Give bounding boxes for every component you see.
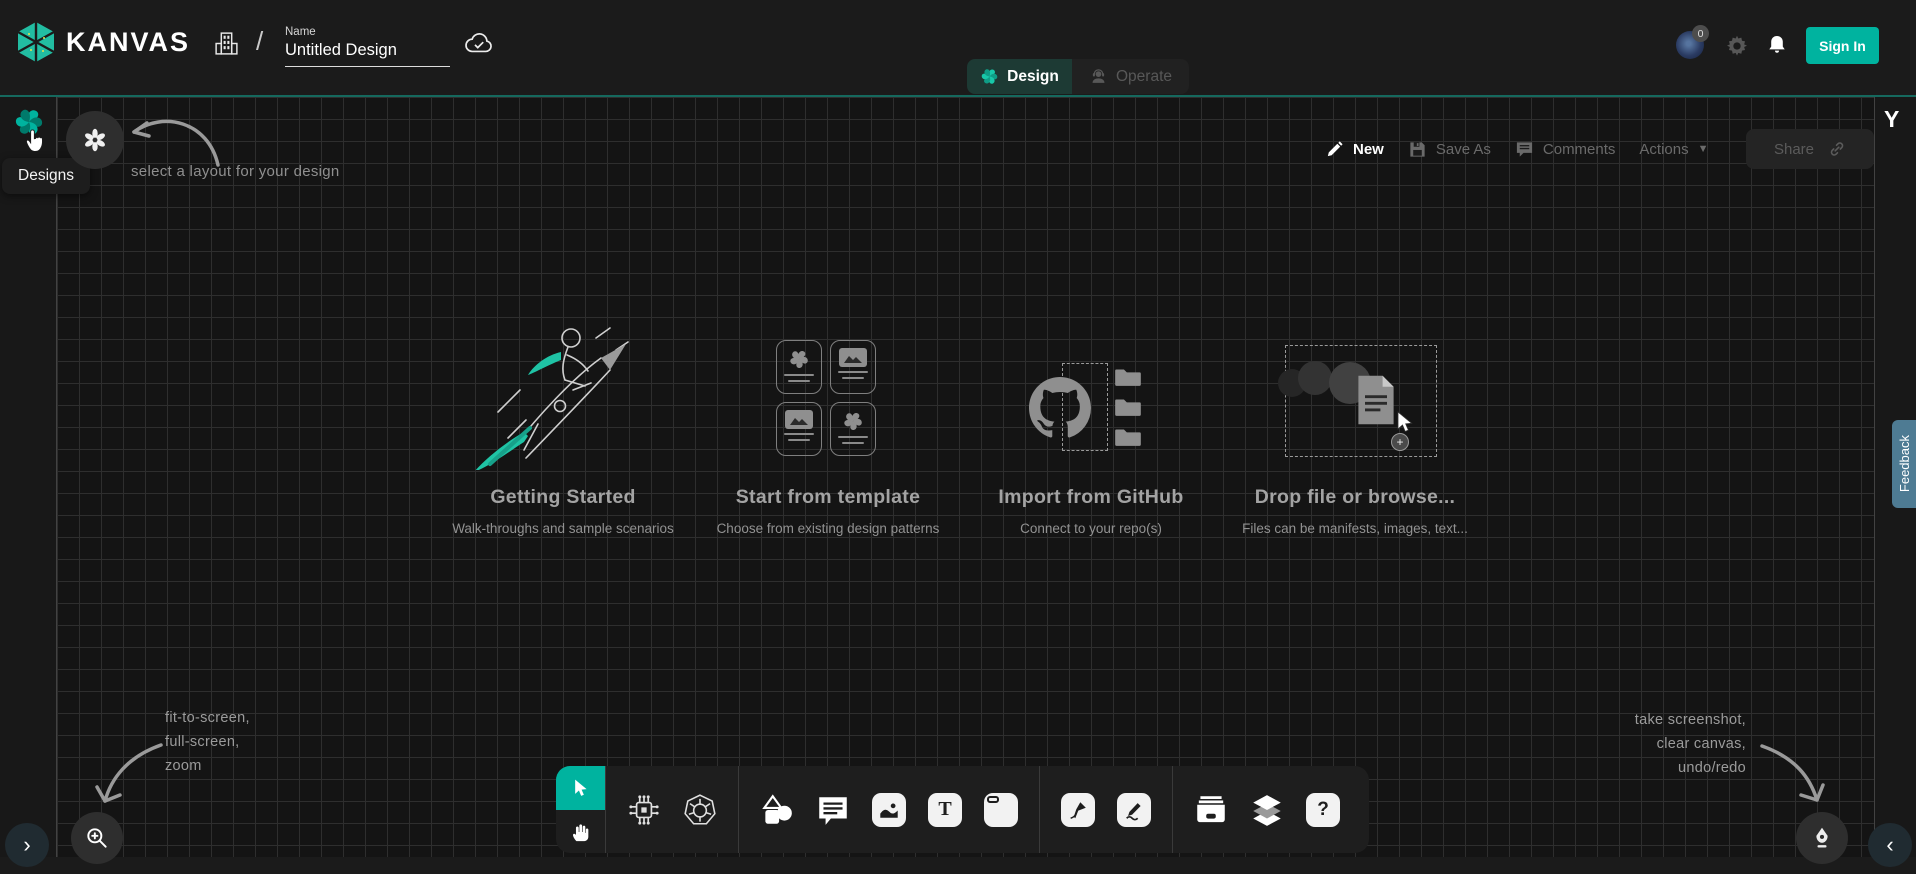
operate-headset-icon: [1089, 67, 1108, 86]
zoom-hint-arrow: [85, 735, 175, 815]
card-import-from-github[interactable]: Import from GitHub Connect to your repo(…: [961, 320, 1221, 536]
design-name-label: Name: [285, 26, 450, 38]
toolbar-group-annotate: T: [739, 766, 1039, 853]
zoom-hint-text: fit-to-screen, full-screen, zoom: [165, 706, 250, 778]
dock-toolbar: T: [556, 766, 1369, 853]
kanvas-app: KANVAS / Name: [0, 0, 1916, 874]
comment-icon[interactable]: [813, 790, 853, 830]
actions-hint-text: take screenshot, clear canvas, undo/redo: [1635, 708, 1746, 780]
drop-file-illustration: +: [1225, 320, 1485, 470]
pencil-icon: [1325, 140, 1344, 159]
design-spiral-icon: [980, 67, 999, 86]
comments-button[interactable]: Comments: [1515, 140, 1616, 159]
repo-folder-icon: [1114, 426, 1142, 447]
text-tool-icon[interactable]: T: [925, 790, 965, 830]
card-subtitle: Files can be manifests, images, text...: [1225, 521, 1485, 536]
repo-folder-icon: [1114, 366, 1142, 387]
app-header: KANVAS / Name: [0, 0, 1916, 95]
tab-design-label: Design: [1007, 68, 1059, 86]
left-dock-strip: [0, 97, 57, 857]
shapes-icon[interactable]: [757, 790, 797, 830]
layers-icon[interactable]: [1247, 790, 1287, 830]
file-document-icon: [1354, 373, 1398, 427]
rocket-doodle-illustration: [433, 320, 693, 470]
design-name-field: Name: [285, 26, 450, 67]
card-title: Drop file or browse...: [1225, 486, 1485, 509]
toolbar-group-infra: [606, 766, 738, 853]
layout-snowflake-button[interactable]: [66, 111, 124, 169]
card-getting-started[interactable]: Getting Started Walk-throughs and sample…: [433, 320, 693, 536]
link-icon: [1828, 140, 1846, 158]
card-title: Start from template: [698, 486, 958, 509]
actions-hint-arrow: [1748, 736, 1838, 816]
tab-operate-label: Operate: [1116, 68, 1172, 86]
kanvas-logo[interactable]: KANVAS: [16, 20, 190, 64]
feedback-tab[interactable]: Feedback: [1892, 420, 1916, 508]
github-octocat-icon: [1029, 377, 1091, 439]
mode-tabs: Design Operate: [967, 59, 1189, 94]
help-icon[interactable]: ?: [1303, 790, 1343, 830]
kanvas-hexagon-icon: [16, 20, 56, 64]
canvas-action-bar: New Save As Comments Actions ▼ Sh: [1325, 128, 1874, 170]
save-as-button[interactable]: Save As: [1408, 140, 1491, 159]
template-thumb-spiral: [776, 340, 822, 394]
comment-bubble-icon: [1515, 140, 1534, 159]
select-tool-button[interactable]: [556, 766, 605, 810]
feedback-label: Feedback: [1897, 435, 1912, 492]
tab-design[interactable]: Design: [967, 59, 1072, 94]
card-subtitle: Connect to your repo(s): [961, 521, 1221, 536]
card-subtitle: Walk-throughs and sample scenarios: [433, 521, 693, 536]
card-start-from-template[interactable]: Start from template Choose from existing…: [698, 320, 958, 536]
toolbar-group-draw: [1040, 766, 1172, 853]
pen-nib-button[interactable]: [1796, 812, 1848, 864]
pan-tool-button[interactable]: [556, 810, 605, 853]
template-thumb-image: [776, 402, 822, 456]
tab-operate[interactable]: Operate: [1072, 59, 1189, 94]
notifications-bell-icon[interactable]: [1763, 31, 1791, 59]
component-chip-icon[interactable]: [624, 790, 664, 830]
y-logo: Y: [1884, 106, 1899, 133]
template-grid-illustration: [698, 320, 958, 470]
pen-tool-icon[interactable]: [1058, 790, 1098, 830]
card-subtitle: Choose from existing design patterns: [698, 521, 958, 536]
card-title: Import from GitHub: [961, 486, 1221, 509]
chevron-down-icon: ▼: [1698, 143, 1709, 155]
card-drop-file[interactable]: + Drop file or browse... Files can be ma…: [1225, 320, 1485, 536]
save-disk-icon: [1408, 140, 1427, 159]
template-thumb-spiral: [830, 402, 876, 456]
template-thumb-image: [830, 340, 876, 394]
breadcrumb-slash: /: [256, 26, 263, 57]
drawer-icon[interactable]: [1191, 790, 1231, 830]
github-illustration: [961, 320, 1221, 470]
expand-left-panel-button[interactable]: ›: [5, 823, 49, 867]
settings-gear-icon[interactable]: [1723, 32, 1751, 60]
expand-right-panel-button[interactable]: ‹: [1868, 823, 1912, 867]
repo-folder-icon: [1114, 396, 1142, 417]
pencil-scribble-icon[interactable]: [1114, 790, 1154, 830]
cloud-saved-icon: [463, 32, 495, 56]
notification-count-badge: 0: [1692, 25, 1709, 42]
sign-in-button[interactable]: Sign In: [1806, 27, 1879, 64]
image-icon[interactable]: [869, 790, 909, 830]
brand-name: KANVAS: [66, 27, 190, 58]
share-button[interactable]: Share: [1746, 129, 1874, 169]
hand-cursor-icon: [22, 127, 50, 155]
new-button[interactable]: New: [1325, 140, 1384, 159]
zoom-in-button[interactable]: [71, 812, 123, 864]
organization-icon[interactable]: [213, 30, 240, 57]
layout-hint-arrow: [118, 103, 228, 175]
design-name-input[interactable]: [285, 38, 450, 67]
plus-badge-icon: +: [1391, 433, 1409, 451]
note-icon[interactable]: [981, 790, 1021, 830]
card-title: Getting Started: [433, 486, 693, 509]
designs-tooltip: Designs: [2, 158, 90, 194]
toolbar-group-manage: ?: [1173, 766, 1361, 853]
actions-dropdown[interactable]: Actions ▼: [1639, 141, 1708, 158]
cursor-arrow-icon: [1393, 410, 1417, 434]
kubernetes-icon[interactable]: [680, 790, 720, 830]
pointer-tool-group: [556, 766, 605, 853]
